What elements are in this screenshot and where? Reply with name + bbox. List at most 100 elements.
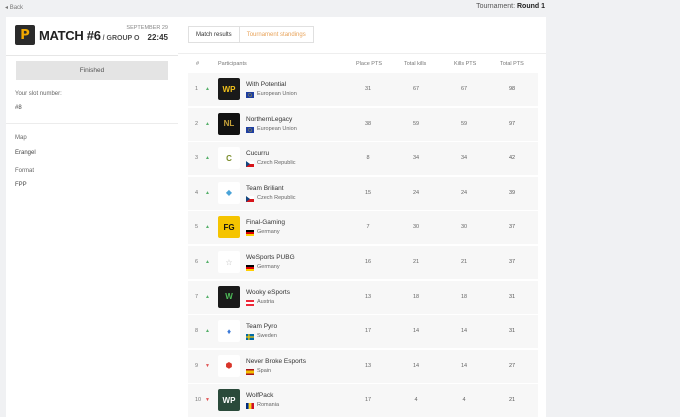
tournament-value: Round 1 <box>517 3 545 10</box>
table-row[interactable]: 2 ▲ NL NorthernLegacy European Union 38 59 59 97 <box>188 107 538 141</box>
back-label: Back <box>9 5 24 11</box>
team-logo: FG <box>218 216 240 239</box>
rank-number: 8 <box>195 328 199 335</box>
team-name[interactable]: Team Briliant <box>246 185 284 192</box>
total-kills: 4 <box>414 397 418 404</box>
rank-number: 5 <box>195 224 199 231</box>
rank-number: 7 <box>195 293 199 300</box>
team-country: Czech Republic <box>257 160 296 167</box>
total-kills: 67 <box>412 86 420 92</box>
flag-icon <box>246 299 254 306</box>
rank-number: 10 <box>195 397 202 404</box>
tournament-label: Tournament: <box>476 3 516 10</box>
team-name[interactable]: WolfPack <box>246 392 273 399</box>
table-row[interactable]: 4 ▲ ◆ Team Briliant Czech Republic 15 24 24 39 <box>188 176 538 210</box>
col-place-pts: Place PTS <box>356 61 382 67</box>
kills-pts: 30 <box>460 224 468 231</box>
total-pts: 97 <box>508 120 516 127</box>
team-country: Germany <box>257 264 280 270</box>
tab-match-results[interactable]: Match results <box>188 26 240 43</box>
table-row[interactable]: 3 ▲ C Cucurru Czech Republic 8 34 34 42 <box>188 142 538 176</box>
format-value: FPP <box>15 182 27 188</box>
total-pts: 31 <box>508 293 516 300</box>
top-bar: ◂ Back Tournament: Round 1 <box>0 0 680 17</box>
table-row[interactable]: 9 ▼ ⬢ Never Broke Esports Spain 13 14 14 27 <box>188 349 538 383</box>
team-country: Germany <box>257 229 280 236</box>
tab-tournament-standings[interactable]: Tournament standings <box>239 26 314 43</box>
divider <box>6 123 178 124</box>
map-label: Map <box>15 135 27 141</box>
kills-pts: 59 <box>460 120 468 127</box>
team-logo-mark: ☆ <box>225 257 233 267</box>
place-pts: 38 <box>364 120 372 127</box>
flag-icon <box>246 265 254 271</box>
team-logo-mark: WP <box>222 395 236 405</box>
flag-icon <box>246 195 254 202</box>
total-pts: 21 <box>508 397 516 404</box>
place-pts: 15 <box>364 189 372 196</box>
team-logo: ◆ <box>218 181 240 204</box>
table-row[interactable]: 7 ▲ W Wooky eSports Austria 13 18 18 31 <box>188 280 538 314</box>
table-row[interactable]: 5 ▲ FG Final-Gaming Germany 7 30 30 37 <box>188 211 538 245</box>
caret-up-icon: ▲ <box>205 86 210 92</box>
back-link[interactable]: ◂ Back <box>5 4 23 11</box>
divider <box>178 53 546 54</box>
caret-up-icon: ▲ <box>205 120 210 127</box>
team-logo: C <box>218 147 240 170</box>
team-logo-mark: ⬢ <box>225 361 233 371</box>
team-name[interactable]: WeSports PUBG <box>246 254 295 261</box>
total-pts: 31 <box>508 328 516 335</box>
flag-icon <box>246 161 254 168</box>
tab-bar: Match results Tournament standings <box>188 26 314 43</box>
caret-up-icon: ▲ <box>205 224 210 231</box>
team-country: Austria <box>257 298 275 305</box>
kills-pts: 24 <box>460 189 468 196</box>
flag-icon <box>246 368 254 375</box>
team-name[interactable]: Wooky eSports <box>246 289 290 296</box>
rank-number: 1 <box>195 86 199 92</box>
place-pts: 17 <box>364 328 372 335</box>
total-pts: 98 <box>508 86 516 92</box>
team-logo: W <box>218 285 240 308</box>
table-row[interactable]: 10 ▼ WP WolfPack Romania 17 4 4 21 <box>188 384 538 417</box>
caret-up-icon: ▲ <box>205 155 210 162</box>
flag-icon <box>246 334 254 341</box>
team-name[interactable]: Never Broke Esports <box>246 358 306 365</box>
kills-pts: 4 <box>462 397 466 404</box>
total-kills: 14 <box>412 362 420 369</box>
team-country: Romania <box>257 402 280 409</box>
team-name[interactable]: Team Pyro <box>246 323 277 330</box>
total-kills: 24 <box>412 189 420 196</box>
team-name[interactable]: With Potential <box>246 81 286 88</box>
table-row[interactable]: 8 ▲ ♦ Team Pyro Sweden 17 14 14 31 <box>188 315 538 349</box>
team-country: Spain <box>257 367 272 374</box>
team-name[interactable]: Cucurru <box>246 150 269 157</box>
flag-icon <box>246 126 254 133</box>
kills-pts: 14 <box>460 328 468 335</box>
rank-number: 2 <box>195 120 199 127</box>
rank-number: 3 <box>195 155 199 162</box>
team-name[interactable]: Final-Gaming <box>246 219 285 226</box>
team-logo: NL <box>218 112 240 135</box>
kills-pts: 18 <box>460 293 468 300</box>
caret-up-icon: ▲ <box>205 189 210 196</box>
match-time: 22:45 <box>147 33 168 42</box>
caret-down-icon: ▼ <box>205 397 210 404</box>
results-panel: Match results Tournament standings # Par… <box>178 17 546 417</box>
table-row[interactable]: 1 ▲ WP With Potential European Union 31 67 67 98 <box>188 73 538 106</box>
team-logo: ⬢ <box>218 354 240 377</box>
team-country: Sweden <box>257 333 277 340</box>
team-name[interactable]: NorthernLegacy <box>246 116 292 123</box>
caret-up-icon: ▲ <box>205 259 210 265</box>
col-total-kills: Total kills <box>404 61 427 67</box>
place-pts: 16 <box>364 259 372 265</box>
team-logo-mark: W <box>225 292 233 302</box>
place-pts: 8 <box>366 155 370 162</box>
place-pts: 31 <box>364 86 372 92</box>
status-badge: Finished <box>16 61 168 80</box>
col-rank: # <box>196 61 200 67</box>
col-total-pts: Total PTS <box>500 61 524 67</box>
match-info-panel: P MATCH #6 / GROUP O SEPTEMBER 29 22:45 … <box>6 17 178 417</box>
logo-letter: P <box>20 27 30 43</box>
table-row[interactable]: 6 ▲ ☆ WeSports PUBG Germany 16 21 21 37 <box>188 246 538 279</box>
